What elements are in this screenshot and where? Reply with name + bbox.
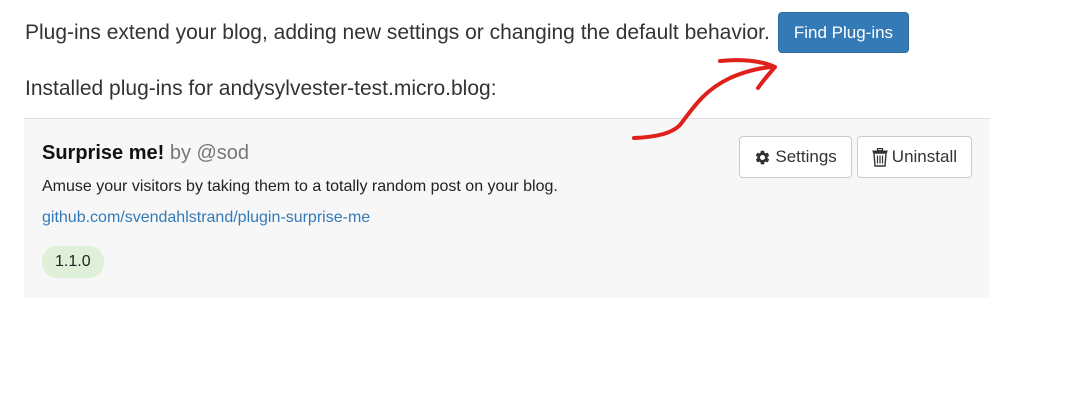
uninstall-button[interactable]: Uninstall	[856, 136, 972, 178]
installed-plugins-heading: Installed plug-ins for andysylvester-tes…	[25, 77, 497, 100]
trash-icon	[872, 147, 888, 167]
find-plugins-button[interactable]: Find Plug-ins	[777, 12, 910, 53]
settings-button[interactable]: Settings	[739, 136, 852, 178]
plugin-title-row: Surprise me! by @sod	[42, 142, 249, 165]
uninstall-label: Uninstall	[891, 147, 957, 166]
plugin-description: Amuse your visitors by taking them to a …	[42, 178, 558, 195]
version-badge: 1.1.0	[42, 246, 104, 278]
plugin-name: Surprise me!	[42, 142, 165, 164]
gear-icon	[754, 149, 771, 166]
intro-text: Plug-ins extend your blog, adding new se…	[25, 20, 770, 44]
settings-label: Settings	[775, 147, 837, 166]
plugin-author: by @sod	[169, 142, 250, 164]
plugin-repo-link[interactable]: github.com/svendahlstrand/plugin-surpris…	[42, 209, 370, 227]
intro-row: Plug-ins extend your blog, adding new se…	[25, 12, 910, 53]
plugin-actions: Settings Uninstall	[739, 136, 972, 178]
plugin-card: Surprise me! by @sod Amuse your visitors…	[24, 118, 990, 298]
